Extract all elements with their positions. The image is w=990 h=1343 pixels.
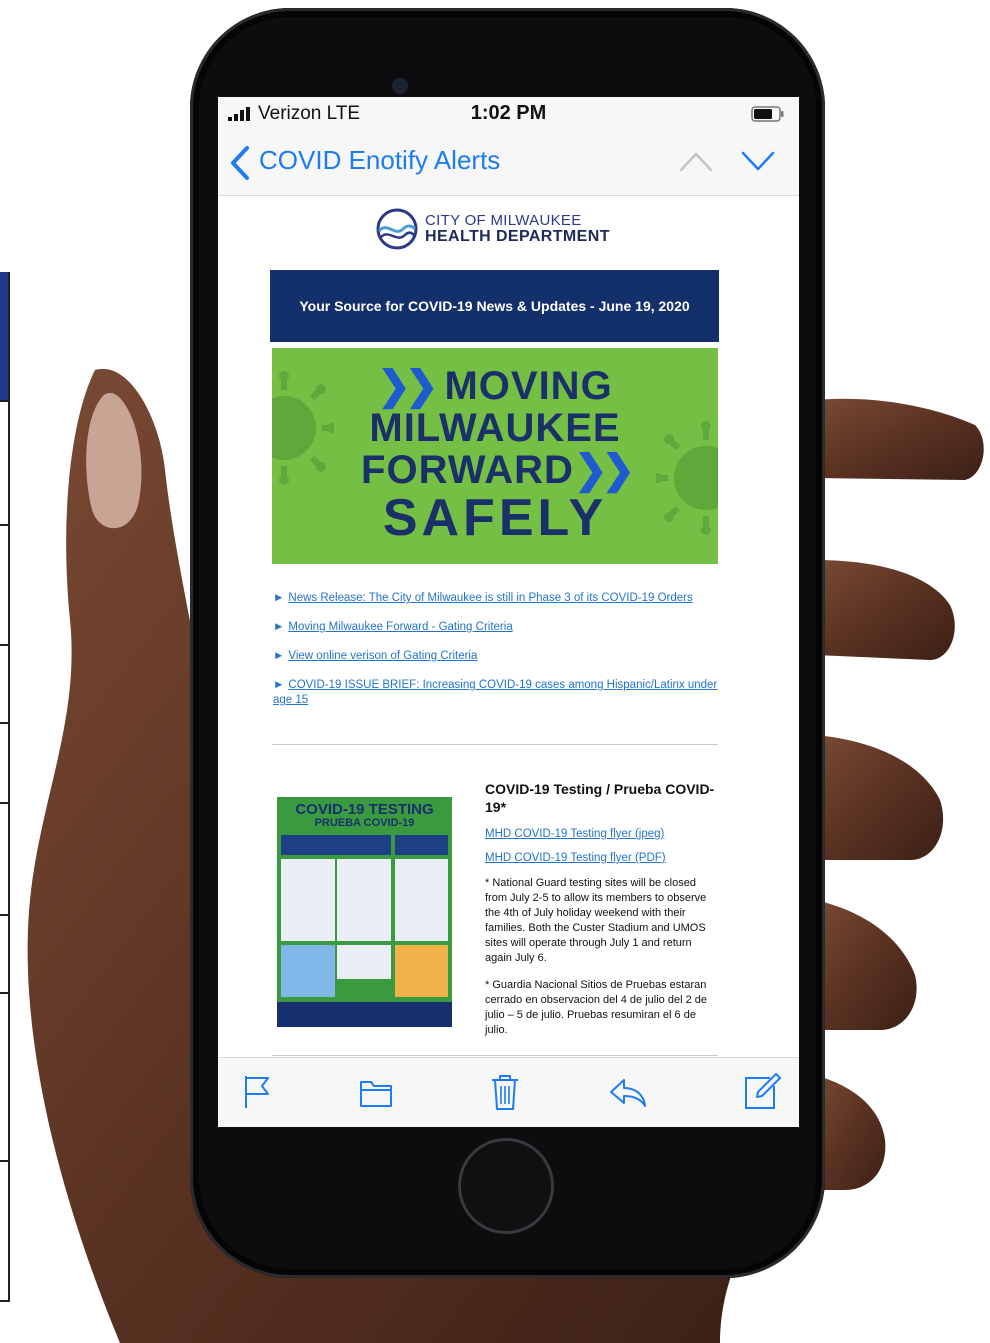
mail-nav-bar: COVID Enotify Alerts bbox=[218, 131, 799, 196]
hero-line-2: MILWAUKEE bbox=[369, 406, 621, 450]
testing-heading: COVID-19 Testing / Prueba COVID-19* bbox=[485, 781, 715, 815]
newsletter-banner: Your Source for COVID-19 News & Updates … bbox=[270, 270, 719, 342]
trash-icon[interactable] bbox=[488, 1072, 522, 1112]
flyer-footer bbox=[277, 1002, 452, 1027]
next-message-icon[interactable] bbox=[740, 149, 776, 173]
health-department-logo: CITY OF MILWAUKEE HEALTH DEPARTMENT bbox=[375, 207, 625, 253]
national-guard-note-es: * Guardia Nacional Sitios de Pruebas est… bbox=[485, 979, 707, 1036]
national-guard-note-en: * National Guard testing sites will be c… bbox=[485, 877, 707, 964]
play-triangle-icon: ► bbox=[273, 621, 285, 633]
compose-icon[interactable] bbox=[742, 1072, 782, 1112]
play-triangle-icon: ► bbox=[273, 679, 285, 691]
phone-screen: Verizon LTE 1:02 PM COVID Enotify Alerts… bbox=[218, 97, 799, 1127]
online-gating-criteria-link[interactable]: ► View online verison of Gating Criteria bbox=[273, 649, 723, 664]
milwaukee-logo-icon bbox=[376, 208, 418, 250]
back-chevron-icon[interactable] bbox=[228, 145, 252, 181]
play-triangle-icon: ► bbox=[273, 592, 285, 604]
hero-line-1: ❯❯ MOVING bbox=[377, 364, 613, 408]
moving-milwaukee-hero-image: ❯❯ MOVING MILWAUKEE FORWARD❯❯ SAFELY bbox=[272, 348, 718, 564]
logo-line-1: CITY OF MILWAUKEE bbox=[425, 212, 582, 229]
hero-line-3: FORWARD❯❯ bbox=[361, 448, 635, 492]
section-divider bbox=[272, 744, 718, 745]
double-chevron-icon: ❯❯ bbox=[573, 448, 635, 492]
news-links-list: ► News Release: The City of Milwaukee is … bbox=[273, 591, 723, 722]
status-bar: Verizon LTE 1:02 PM bbox=[218, 97, 799, 131]
section-divider bbox=[272, 1055, 718, 1056]
news-release-link[interactable]: ► News Release: The City of Milwaukee is … bbox=[273, 591, 723, 606]
home-button[interactable] bbox=[458, 1138, 554, 1234]
flyer-title: COVID-19 TESTING bbox=[295, 801, 434, 818]
issue-brief-link[interactable]: ► COVID-19 ISSUE BRIEF: Increasing COVID-… bbox=[273, 678, 723, 708]
folder-icon[interactable] bbox=[359, 1072, 393, 1112]
play-triangle-icon: ► bbox=[273, 650, 285, 662]
previous-message-icon[interactable] bbox=[678, 149, 714, 173]
flag-icon[interactable] bbox=[240, 1072, 274, 1112]
flyer-subtitle: PRUEBA COVID-19 bbox=[314, 817, 415, 829]
double-chevron-icon: ❯❯ bbox=[377, 364, 438, 408]
testing-flyer-image[interactable]: COVID-19 TESTING PRUEBA COVID-19 bbox=[277, 797, 452, 1027]
hero-line-4: SAFELY bbox=[382, 489, 608, 547]
logo-line-2: HEALTH DEPARTMENT bbox=[425, 228, 610, 245]
mail-toolbar bbox=[218, 1057, 799, 1127]
testing-flyer-pdf-link[interactable]: MHD COVID-19 Testing flyer (PDF) bbox=[485, 852, 720, 864]
gating-criteria-link[interactable]: ► Moving Milwaukee Forward - Gating Crite… bbox=[273, 620, 723, 635]
back-to-mailbox-button[interactable]: COVID Enotify Alerts bbox=[259, 145, 500, 176]
testing-section: COVID-19 Testing / Prueba COVID-19* MHD … bbox=[485, 780, 720, 1038]
battery-icon bbox=[751, 106, 784, 122]
reply-icon[interactable] bbox=[608, 1072, 648, 1112]
testing-flyer-jpeg-link[interactable]: MHD COVID-19 Testing flyer (jpeg) bbox=[485, 828, 720, 840]
status-time: 1:02 PM bbox=[470, 102, 547, 124]
front-camera bbox=[392, 78, 408, 94]
